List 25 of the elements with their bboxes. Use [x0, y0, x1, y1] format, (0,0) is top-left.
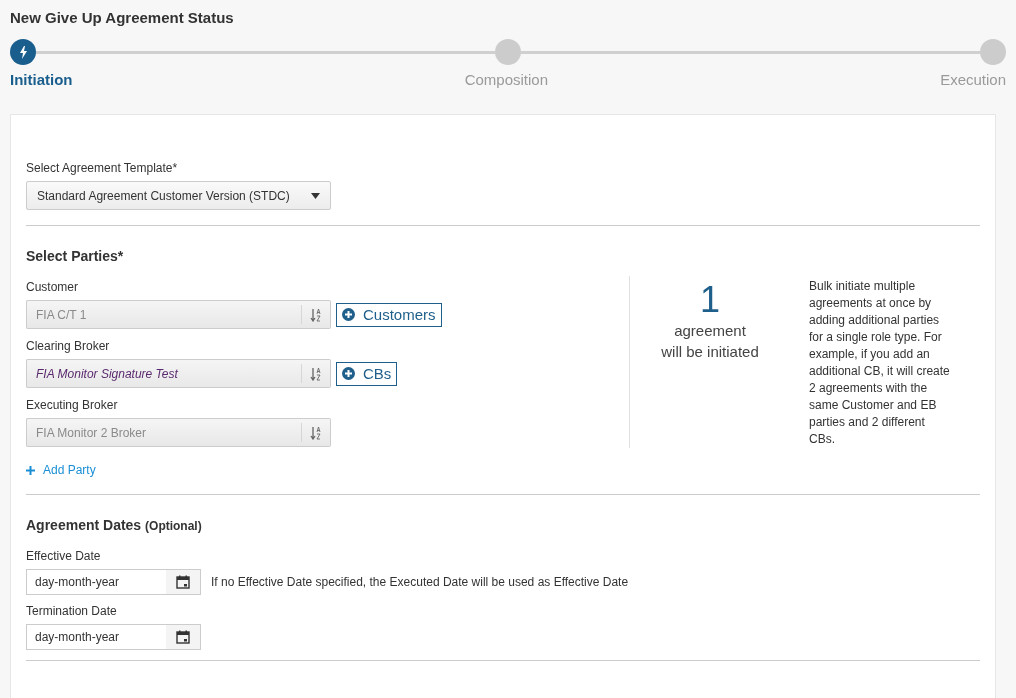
step-label[interactable]: Initiation [10, 71, 73, 88]
step-circle[interactable] [10, 39, 36, 65]
section-heading: Select Parties* [26, 248, 125, 264]
field-label: Effective Date [26, 548, 102, 563]
agreement-count: 1 [699, 280, 721, 320]
count-caption: agreement [673, 321, 747, 341]
count-caption: will be initiated [660, 342, 760, 362]
help-text: Bulk initiate multiple agreements at once by adding additional parties for a single role type. For example, if you add an additional CB, it will create 2 agreements with the same Customer and EB parties and 2 different CBs. [809, 278, 951, 448]
lightning-icon [18, 45, 28, 59]
field-label: Executing Broker [26, 398, 119, 412]
section-heading: Agreement Dates (Optional) [26, 516, 203, 533]
plus-circle-icon [342, 367, 355, 380]
field-label: Select Agreement Template* [26, 161, 179, 175]
field-label: Termination Date [26, 603, 118, 618]
template-dropdown[interactable]: Standard Agreement Customer Version (STDC) [26, 181, 331, 210]
add-button[interactable]: Customers [336, 302, 442, 327]
add-party-link[interactable]: Add Party [26, 463, 96, 477]
add-button[interactable]: CBs [336, 361, 398, 386]
field-label: Customer [26, 280, 79, 294]
plus-icon [26, 465, 35, 475]
field-label: Clearing Broker [26, 339, 111, 353]
plus-circle-icon [342, 308, 355, 321]
hint-text: If no Effective Date specified, the Executed Date will be used as Effective Date [211, 574, 629, 589]
caret-icon [311, 192, 320, 199]
page-title: New Give Up Agreement Status [9, 8, 235, 28]
